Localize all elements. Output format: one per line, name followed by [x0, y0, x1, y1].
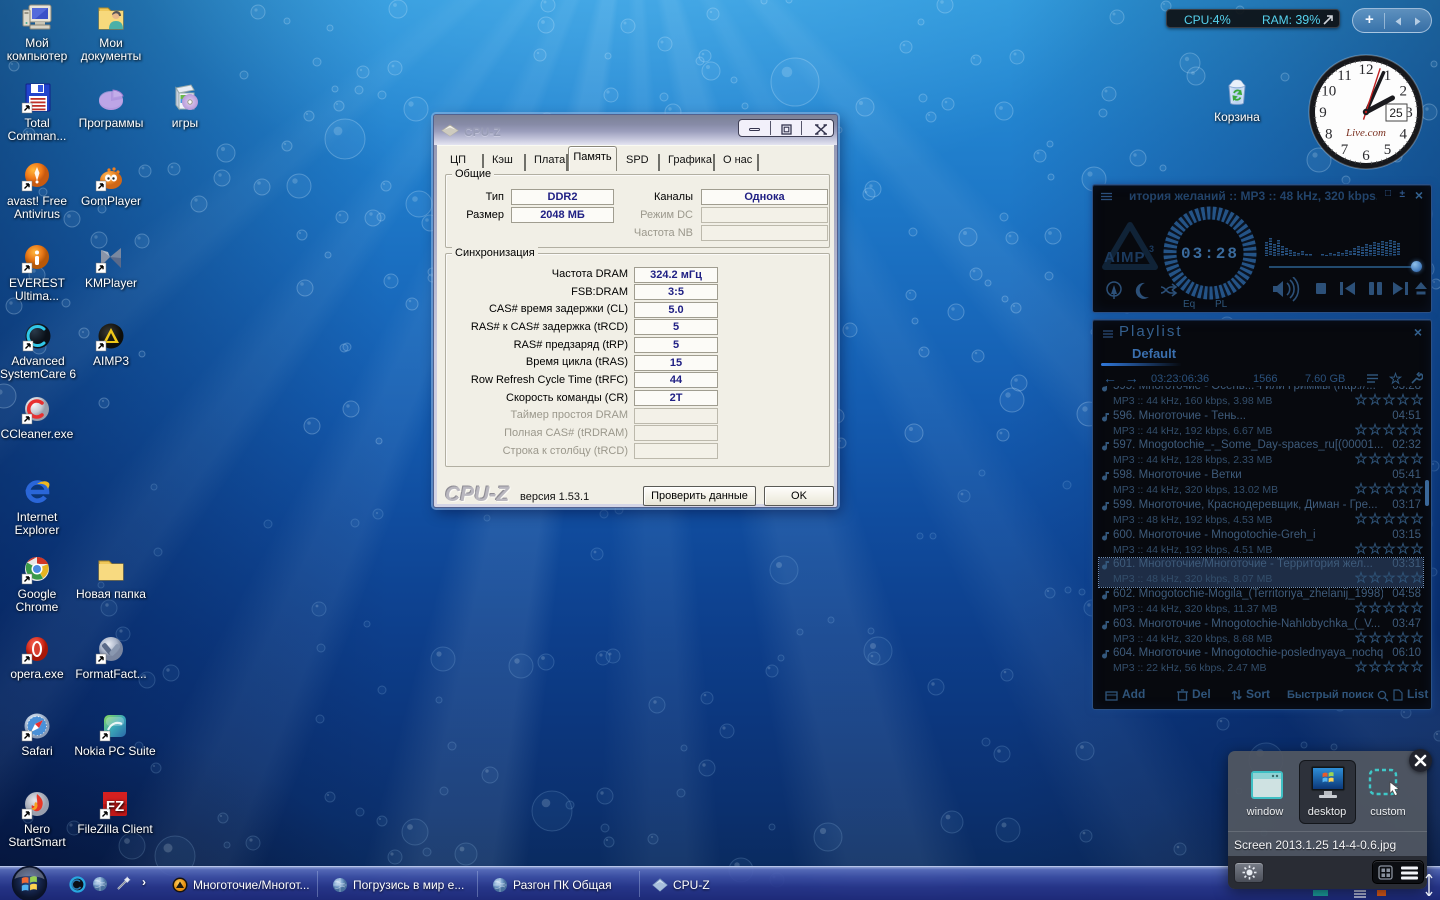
svg-text:AIMP: AIMP: [1104, 249, 1146, 266]
svg-text:3: 3: [1149, 244, 1154, 254]
